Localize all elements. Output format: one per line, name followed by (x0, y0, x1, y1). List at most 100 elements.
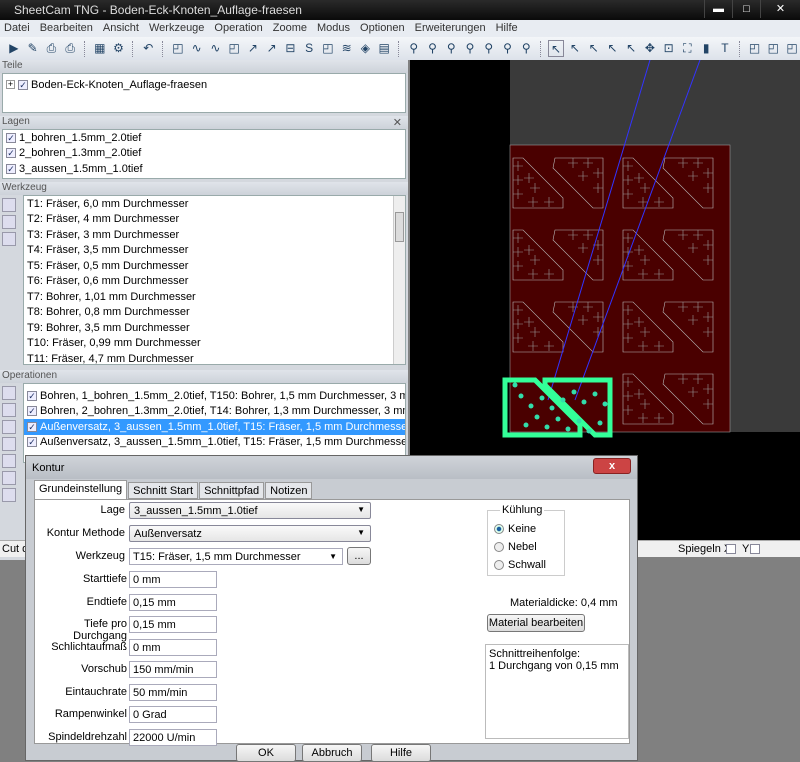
dialog-close-button[interactable]: x (593, 458, 631, 474)
help-button[interactable]: Hilfe (371, 744, 431, 762)
zoom-window-icon[interactable]: ⚲ (443, 40, 459, 57)
menu-item[interactable]: Zoome (269, 20, 313, 37)
field-input[interactable]: 22000 U/min (129, 728, 217, 746)
move-icon[interactable]: ✥ (642, 40, 658, 57)
resize-icon[interactable]: ⊡ (661, 40, 677, 57)
checkbox[interactable]: ✓ (6, 148, 16, 159)
layer-item[interactable]: ✓ 1_bohren_1.5mm_2.0tief (3, 130, 405, 146)
tool-browse-button[interactable]: ... (347, 547, 371, 565)
field-input[interactable]: 0 mm (129, 571, 217, 588)
lage-select[interactable]: 3_aussen_1.5mm_1.0tief ▼ (129, 502, 371, 519)
checkbox[interactable]: ✓ (27, 437, 37, 448)
start-select-icon[interactable]: ↖ (567, 40, 583, 57)
zoom-in-icon[interactable]: ⚲ (406, 40, 422, 57)
tool-item[interactable]: T2: Fräser, 4 mm Durchmesser (24, 212, 405, 228)
tool-table-icon[interactable] (2, 232, 16, 246)
rect-icon[interactable]: ◰ (320, 40, 336, 57)
radio-keine[interactable]: Keine (494, 520, 558, 538)
material-bearbeiten-button[interactable]: Material bearbeiten (487, 614, 585, 632)
tool-item[interactable]: T3: Fräser, 3 mm Durchmesser (24, 227, 405, 243)
tab-schnitt-start[interactable]: Schnitt Start (128, 482, 199, 499)
tool-item[interactable]: T5: Fräser, 0,5 mm Durchmesser (24, 258, 405, 274)
tool-item[interactable]: T8: Bohrer, 0,8 mm Durchmesser (24, 305, 405, 321)
menu-item[interactable]: Datei (0, 20, 36, 37)
methode-select[interactable]: Außenversatz ▼ (129, 525, 371, 542)
stack-icon[interactable]: ◈ (358, 40, 374, 57)
zoom-out-icon[interactable]: ⚲ (425, 40, 441, 57)
checkbox[interactable]: ✓ (6, 163, 16, 174)
menu-item[interactable]: Operation (210, 20, 268, 37)
menu-item[interactable]: Optionen (356, 20, 411, 37)
op-icon-2[interactable] (2, 403, 16, 417)
add-part-icon[interactable]: ◰ (747, 40, 763, 57)
zoom-part-icon[interactable]: ⚲ (462, 40, 478, 57)
ok-button[interactable]: OK (236, 744, 296, 762)
post-processor-icon[interactable]: ⚙ (111, 40, 127, 57)
layer-icon[interactable]: ≋ (339, 40, 355, 57)
menu-item[interactable]: Bearbeiten (36, 20, 99, 37)
zoom-fit-icon[interactable]: ⚲ (481, 40, 497, 57)
run-icon[interactable]: ▶ (6, 40, 22, 57)
pocket-icon[interactable]: ◰ (226, 40, 242, 57)
tool-add-icon[interactable] (2, 215, 16, 229)
op-icon-3[interactable] (2, 420, 16, 434)
tool-item[interactable]: T11: Fräser, 4,7 mm Durchmesser (24, 351, 405, 364)
checkbox[interactable]: ✓ (18, 79, 28, 90)
drill-path-icon[interactable]: ∿ (189, 40, 205, 57)
checkbox[interactable]: ✓ (27, 406, 37, 417)
mirror-y-checkbox[interactable] (750, 544, 760, 554)
mirror-x-checkbox[interactable] (726, 544, 736, 554)
contour-icon[interactable]: ◰ (170, 40, 186, 57)
layer-item[interactable]: ✓ 3_aussen_1.5mm_1.0tief (3, 161, 405, 177)
zoom-sheet-icon[interactable]: ⚲ (500, 40, 516, 57)
close-button[interactable]: ✕ (760, 0, 800, 18)
field-input[interactable]: 0 Grad (129, 706, 217, 723)
save-nest-icon[interactable]: ◰ (784, 40, 800, 57)
menu-item[interactable]: Ansicht (99, 20, 145, 37)
checkbox[interactable]: ✓ (27, 390, 37, 401)
part-item[interactable]: + ✓ Boden-Eck-Knoten_Auflage-fraesen (3, 77, 405, 93)
lead-select-icon[interactable]: ↖ (605, 40, 621, 57)
close-icon[interactable]: ✕ (393, 116, 402, 129)
table-icon[interactable]: ▤ (376, 40, 392, 57)
tool-item[interactable]: T7: Bohrer, 1,01 mm Durchmesser (24, 289, 405, 305)
op-icon-4[interactable] (2, 437, 16, 451)
radio-nebel[interactable]: Nebel (494, 538, 558, 556)
operation-item[interactable]: ✓ Außenversatz, 3_aussen_1.5mm_1.0tief, T… (24, 435, 405, 451)
op-icon-7[interactable] (2, 488, 16, 502)
tool-mill-icon[interactable] (2, 198, 16, 212)
calculator-icon[interactable]: ▦ (92, 40, 108, 57)
undo-icon[interactable]: ↶ (140, 40, 156, 57)
path-icon[interactable]: ∿ (208, 40, 224, 57)
werkzeug-select[interactable]: T15: Fräser, 1,5 mm Durchmesser ▼ (129, 548, 343, 565)
field-input[interactable]: 50 mm/min (129, 683, 217, 701)
op-icon-1[interactable] (2, 386, 16, 400)
op-icon-6[interactable] (2, 471, 16, 485)
tool-item[interactable]: T10: Fräser, 0,99 mm Durchmesser (24, 336, 405, 352)
cut-select-icon[interactable]: ↖ (586, 40, 602, 57)
scrollbar[interactable] (393, 196, 405, 364)
layer-item[interactable]: ✓ 2_bohren_1.3mm_2.0tief (3, 146, 405, 162)
radio-schwall[interactable]: Schwall (494, 556, 558, 574)
move-start-icon[interactable]: ↗ (245, 40, 261, 57)
checkbox[interactable]: ✓ (27, 421, 37, 432)
tab-notizen[interactable]: Notizen (265, 482, 313, 499)
zoom-all-icon[interactable]: ⚲ (518, 40, 534, 57)
fixture-icon[interactable]: ⊟ (283, 40, 299, 57)
select-icon[interactable]: ↖ (548, 40, 564, 57)
menu-item[interactable]: Werkzeuge (145, 20, 210, 37)
field-input[interactable]: 150 mm/min (129, 661, 217, 678)
operation-item[interactable]: ✓ Bohren, 2_bohren_1.3mm_2.0tief, T14: Bo… (24, 404, 405, 420)
printer-setup-icon[interactable]: ⎙ (62, 40, 78, 57)
cancel-button[interactable]: Abbruch (302, 744, 362, 762)
maximize-button[interactable]: □ (732, 0, 760, 18)
edit-icon[interactable]: ✎ (25, 40, 41, 57)
menu-item[interactable]: Hilfe (492, 20, 524, 37)
minimize-button[interactable]: ▬ (704, 0, 732, 18)
field-input[interactable]: 0,15 mm (129, 616, 217, 633)
tool-item[interactable]: T1: Fräser, 6,0 mm Durchmesser (24, 196, 405, 212)
tool-item[interactable]: T6: Fräser, 0,6 mm Durchmesser (24, 274, 405, 290)
tool-item[interactable]: T4: Fräser, 3,5 mm Durchmesser (24, 243, 405, 259)
menu-item[interactable]: Erweiterungen (411, 20, 492, 37)
checkbox[interactable]: ✓ (6, 132, 16, 143)
